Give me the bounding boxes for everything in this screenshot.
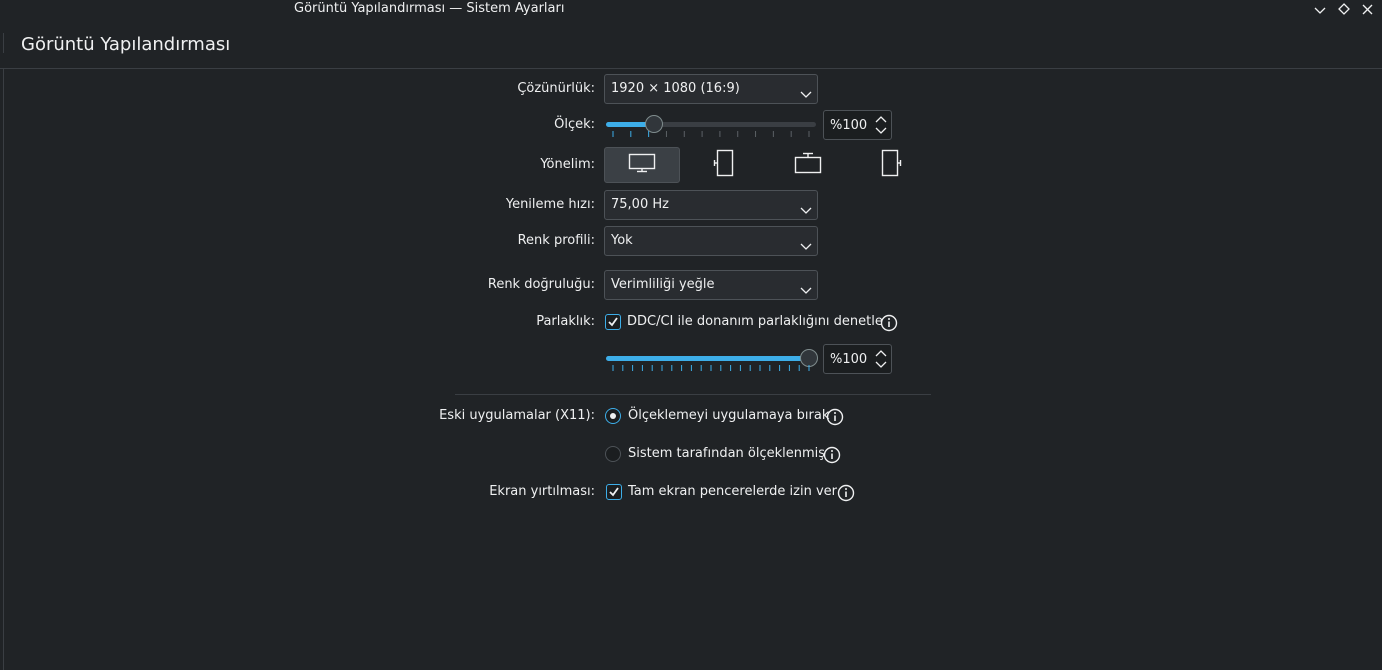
left-border (3, 69, 4, 670)
info-icon[interactable] (880, 314, 898, 336)
up-down-arrows-icon[interactable] (875, 349, 887, 373)
scale-slider[interactable] (604, 113, 818, 137)
orientation-label: Yönelim: (540, 157, 595, 172)
refresh-rate-combobox[interactable]: 75,00 Hz (604, 190, 818, 220)
info-icon[interactable] (823, 446, 841, 468)
resolution-value: 1920 × 1080 (16:9) (611, 81, 740, 96)
diamond-icon (1338, 0, 1350, 19)
color-accuracy-value: Verimliliği yeğle (611, 277, 715, 292)
chevron-down-icon (800, 84, 812, 103)
ddc-ci-checkbox[interactable] (605, 314, 621, 330)
checkmark-icon (608, 317, 618, 327)
close-button[interactable] (1356, 0, 1378, 19)
brightness-slider[interactable] (604, 347, 818, 371)
section-divider (455, 394, 931, 395)
page-header: Görüntü Yapılandırması (0, 19, 1382, 69)
color-accuracy-label: Renk doğruluğu: (487, 277, 595, 292)
landscape-flipped-icon (794, 152, 822, 178)
refresh-rate-value: 75,00 Hz (611, 197, 669, 212)
window-titlebar[interactable]: Görüntü Yapılandırması — Sistem Ayarları (0, 0, 1382, 19)
resolution-label: Çözünürlük: (517, 81, 595, 96)
scale-label: Ölçek: (554, 117, 595, 132)
chevron-down-icon (800, 280, 812, 299)
chevron-down-icon (800, 236, 812, 255)
display-settings-form: Çözünürlük: 1920 × 1080 (16:9) Ölçek: %1… (0, 69, 1382, 670)
minimize-button[interactable] (1309, 0, 1331, 19)
orientation-landscape-button[interactable] (604, 147, 680, 183)
radio-let-app-scale-label[interactable]: Ölçeklemeyi uygulamaya bırak (628, 408, 829, 423)
color-profile-label: Renk profili: (517, 233, 595, 248)
chevron-down-icon (1314, 0, 1326, 19)
brightness-value: %100 (830, 352, 868, 367)
maximize-button[interactable] (1333, 0, 1355, 19)
slider-ticks (612, 365, 810, 371)
brightness-label: Parlaklık: (536, 314, 595, 329)
info-icon[interactable] (826, 408, 844, 430)
tearing-label: Ekran yırtılması: (489, 484, 595, 499)
legacy-apps-label: Eski uygulamalar (X11): (439, 408, 595, 423)
brightness-spinbox[interactable]: %100 (823, 344, 892, 374)
tearing-checkbox-label[interactable]: Tam ekran pencerelerde izin ver (628, 484, 837, 499)
orientation-flipped-button[interactable] (770, 147, 846, 183)
window-title: Görüntü Yapılandırması — Sistem Ayarları (294, 1, 565, 16)
scale-spinbox[interactable]: %100 (823, 110, 892, 140)
header-separator (3, 33, 4, 53)
up-down-arrows-icon[interactable] (875, 115, 887, 139)
slider-ticks (612, 131, 810, 137)
scale-value: %100 (830, 118, 868, 133)
resolution-combobox[interactable]: 1920 × 1080 (16:9) (604, 74, 818, 104)
checkmark-icon (609, 487, 619, 497)
chevron-down-icon (800, 200, 812, 219)
info-icon[interactable] (837, 484, 855, 506)
radio-let-app-scale[interactable] (605, 408, 621, 424)
radio-system-scaled[interactable] (605, 446, 621, 462)
color-profile-value: Yok (611, 233, 633, 248)
portrait-left-icon (713, 149, 737, 181)
orientation-portrait-left-button[interactable] (687, 147, 763, 183)
slider-fill (606, 356, 809, 361)
radio-system-scaled-label[interactable]: Sistem tarafından ölçeklenmiş (628, 446, 825, 461)
page-title: Görüntü Yapılandırması (21, 34, 231, 55)
ddc-ci-label[interactable]: DDC/CI ile donanım parlaklığını denetle (627, 314, 883, 329)
refresh-rate-label: Yenileme hızı: (505, 197, 595, 212)
color-accuracy-combobox[interactable]: Verimliliği yeğle (604, 270, 818, 300)
close-icon (1362, 0, 1373, 19)
tearing-checkbox[interactable] (606, 484, 622, 500)
orientation-portrait-right-button[interactable] (852, 147, 928, 183)
landscape-monitor-icon (628, 153, 656, 177)
color-profile-combobox[interactable]: Yok (604, 226, 818, 256)
portrait-right-icon (878, 149, 902, 181)
